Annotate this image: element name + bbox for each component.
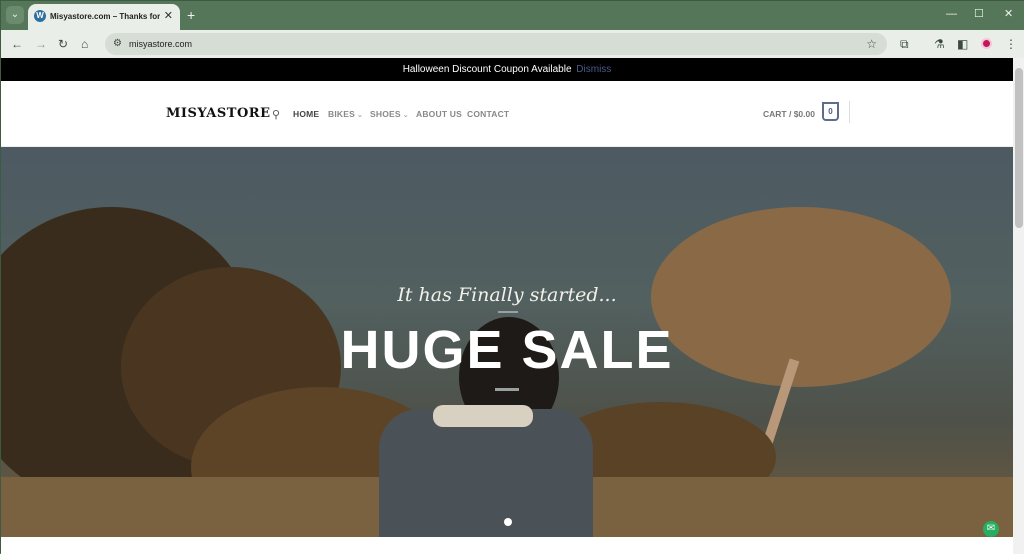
bookmark-star-icon[interactable]: ☆ — [866, 36, 877, 52]
chat-widget-icon[interactable]: ✉ — [983, 521, 999, 537]
labs-flask-icon[interactable]: ⚗ — [934, 36, 945, 52]
page-scrollbar[interactable] — [1013, 58, 1024, 554]
nav-bikes-label: BIKES — [328, 109, 355, 119]
site-logo[interactable]: MISYASTORE — [166, 106, 271, 121]
address-bar[interactable]: ⚙ misyastore.com ☆ — [105, 33, 887, 55]
hero-person-collar — [433, 405, 533, 427]
profile-avatar[interactable] — [981, 38, 992, 49]
menu-kebab-icon[interactable]: ⋮ — [1005, 36, 1017, 52]
chevron-down-icon[interactable]: ⌄ — [6, 6, 24, 24]
extensions-icon[interactable]: ⧉ — [900, 36, 909, 52]
chevron-down-icon: ⌄ — [402, 112, 409, 119]
nav-about-us[interactable]: ABOUT US — [416, 109, 462, 119]
forward-icon[interactable]: → — [35, 36, 47, 52]
url-text: misyastore.com — [129, 39, 193, 49]
hero-divider-top — [498, 311, 518, 313]
nav-bikes[interactable]: BIKES ⌄ — [328, 109, 363, 119]
tab-title: Misyastore.com – Thanks for c — [50, 12, 160, 21]
hero-banner: It has Finally started... HUGE SALE ✉ — [1, 147, 1013, 537]
nav-shoes-label: SHOES — [370, 109, 401, 119]
hero-person-jacket — [379, 409, 593, 537]
wordpress-icon: W — [34, 10, 46, 22]
hero-title: HUGE SALE — [340, 320, 674, 380]
promo-banner: Halloween Discount Coupon Available Dism… — [1, 58, 1013, 81]
close-icon[interactable]: ✕ — [164, 9, 173, 23]
site-info-icon[interactable]: ⚙ — [113, 37, 122, 51]
hero-subtitle: It has Finally started... — [397, 284, 617, 306]
search-icon[interactable]: ⚲ — [272, 108, 280, 121]
web-page: Halloween Discount Coupon Available Dism… — [1, 58, 1013, 554]
browser-tab[interactable]: W Misyastore.com – Thanks for c ✕ — [28, 4, 180, 30]
cart-count-badge[interactable]: 0 — [822, 102, 839, 121]
side-panel-icon[interactable]: ◧ — [957, 36, 968, 52]
header-divider — [849, 101, 850, 123]
dismiss-link[interactable]: Dismiss — [576, 64, 611, 75]
back-icon[interactable]: ← — [11, 36, 23, 52]
new-tab-button[interactable]: + — [187, 6, 195, 24]
maximize-icon[interactable]: ☐ — [974, 7, 984, 21]
window-close-icon[interactable]: ✕ — [1004, 7, 1013, 21]
nav-home[interactable]: HOME — [293, 109, 319, 119]
browser-toolbar: ← → ↻ ⌂ ⚙ misyastore.com ☆ ⧉ ⚗ ◧ ⋮ — [1, 30, 1024, 58]
promo-text: Halloween Discount Coupon Available — [402, 64, 572, 75]
slider-dot[interactable] — [504, 518, 512, 526]
browser-window: ⌄ W Misyastore.com – Thanks for c ✕ + — … — [0, 0, 1024, 554]
home-icon[interactable]: ⌂ — [81, 36, 88, 52]
scrollbar-thumb[interactable] — [1015, 68, 1023, 228]
hero-divider-bottom — [495, 388, 519, 391]
nav-contact[interactable]: CONTACT — [467, 109, 509, 119]
reload-icon[interactable]: ↻ — [58, 36, 68, 52]
cart-link[interactable]: CART / $0.00 — [763, 109, 815, 119]
site-header: MISYASTORE ⚲ HOME BIKES ⌄ SHOES ⌄ ABOUT US… — [1, 81, 1013, 147]
minimize-icon[interactable]: — — [946, 7, 957, 21]
tab-strip: ⌄ W Misyastore.com – Thanks for c ✕ + — … — [1, 1, 1024, 30]
nav-shoes[interactable]: SHOES ⌄ — [370, 109, 409, 119]
chevron-down-icon: ⌄ — [356, 112, 364, 119]
